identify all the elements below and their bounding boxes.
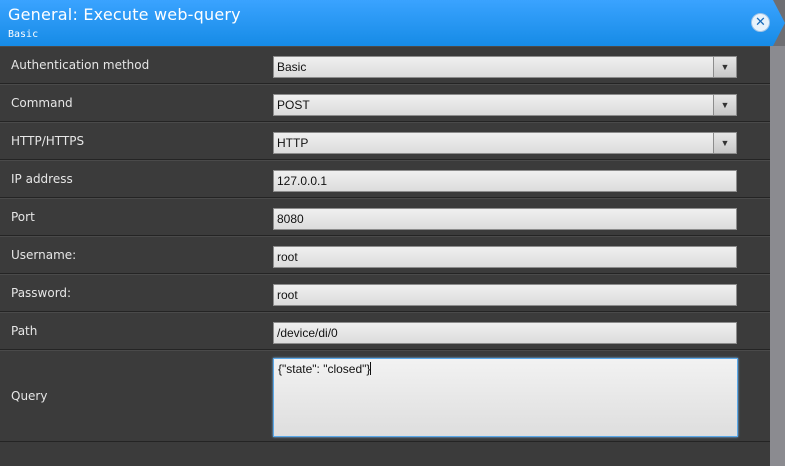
- row-username: Username: root: [0, 236, 770, 274]
- row-authentication-method: Authentication method Basic ▼: [0, 46, 770, 84]
- authentication-method-value: Basic: [277, 60, 307, 74]
- row-query: Query {"state": "closed"}: [0, 350, 770, 442]
- authentication-method-select[interactable]: Basic ▼: [273, 56, 737, 78]
- query-label: Query: [11, 389, 48, 403]
- dialog-header: General: Execute web-query Basic ✕: [0, 0, 785, 46]
- row-http-https: HTTP/HTTPS HTTP ▼: [0, 122, 770, 160]
- settings-form: Authentication method Basic ▼ Command PO…: [0, 46, 770, 442]
- command-select[interactable]: POST ▼: [273, 94, 737, 116]
- username-label: Username:: [11, 248, 77, 262]
- http-https-value: HTTP: [277, 136, 309, 150]
- row-ip-address: IP address 127.0.0.1: [0, 160, 770, 198]
- port-label: Port: [11, 210, 35, 224]
- http-https-select[interactable]: HTTP ▼: [273, 132, 737, 154]
- dialog-subtitle: Basic: [8, 29, 39, 40]
- text-caret: [370, 362, 372, 375]
- dialog: General: Execute web-query Basic ✕ Authe…: [0, 0, 785, 466]
- command-value: POST: [277, 98, 310, 112]
- ip-address-label: IP address: [11, 172, 73, 186]
- chevron-down-icon[interactable]: ▼: [713, 95, 736, 115]
- query-text: {"state": "closed"}: [278, 362, 371, 376]
- row-command: Command POST ▼: [0, 84, 770, 122]
- row-port: Port 8080: [0, 198, 770, 236]
- path-label: Path: [11, 324, 38, 338]
- row-password: Password: root: [0, 274, 770, 312]
- username-input[interactable]: root: [273, 246, 737, 268]
- chevron-down-icon[interactable]: ▼: [713, 133, 736, 153]
- password-label: Password:: [11, 286, 72, 300]
- path-input[interactable]: /device/di/0: [273, 322, 737, 344]
- dialog-title: General: Execute web-query: [8, 5, 241, 24]
- ip-address-input[interactable]: 127.0.0.1: [273, 170, 737, 192]
- command-label: Command: [11, 96, 73, 110]
- row-path: Path /device/di/0: [0, 312, 770, 350]
- password-input[interactable]: root: [273, 284, 737, 306]
- query-textarea[interactable]: {"state": "closed"}: [273, 358, 738, 437]
- chevron-down-icon[interactable]: ▼: [713, 57, 736, 77]
- http-https-label: HTTP/HTTPS: [11, 134, 85, 148]
- close-icon[interactable]: ✕: [751, 13, 770, 32]
- authentication-method-label: Authentication method: [11, 58, 150, 72]
- port-input[interactable]: 8080: [273, 208, 737, 230]
- side-scroll-strip: [770, 46, 785, 466]
